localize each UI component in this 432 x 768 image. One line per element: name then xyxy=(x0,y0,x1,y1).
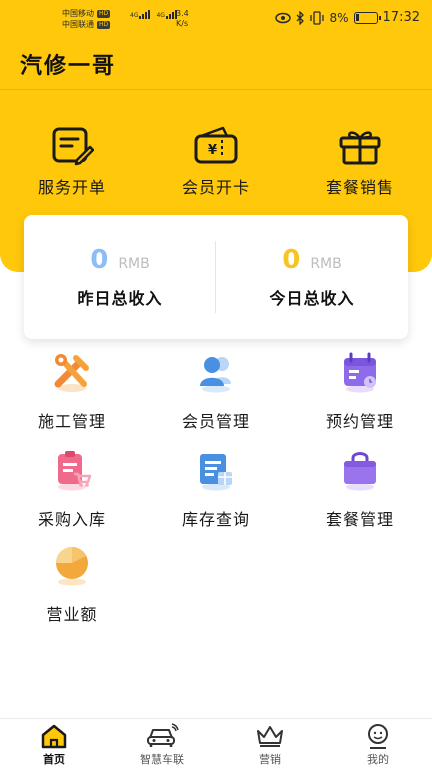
grid-label: 套餐管理 xyxy=(325,510,394,529)
home-icon xyxy=(41,724,67,749)
nav-label: 首页 xyxy=(43,753,65,766)
hd-badge: HD xyxy=(97,9,111,18)
status-bar: 中国移动 HD 中国联通 HD 4G 4G 3.4 K/s 8% 17:32 xyxy=(0,0,432,36)
income-card: 0 RMB 昨日总收入 0 RMB 今日总收入 xyxy=(24,215,408,339)
grid-appointment-management[interactable]: 预约管理 xyxy=(288,350,432,432)
grid-label: 采购入库 xyxy=(37,510,106,529)
app-header: 汽修一哥 xyxy=(0,36,432,90)
wallet-icon: ¥ xyxy=(194,126,238,164)
nav-marketing[interactable]: 营销 xyxy=(216,723,324,767)
nav-label: 我的 xyxy=(367,753,389,766)
network-type-2: 4G xyxy=(156,12,165,19)
today-income-value: 0 xyxy=(282,245,301,275)
carrier-2: 中国联通 xyxy=(62,20,94,29)
car-icon xyxy=(147,723,179,747)
today-income-unit: RMB xyxy=(310,256,342,272)
clock: 17:32 xyxy=(382,10,420,25)
yesterday-income-unit: RMB xyxy=(118,256,150,272)
app-title: 汽修一哥 xyxy=(20,54,117,79)
grid-member-management[interactable]: 会员管理 xyxy=(144,350,288,432)
bluetooth-icon xyxy=(297,10,305,25)
today-income-label: 今日总收入 xyxy=(269,289,355,308)
nav-home[interactable]: 首页 xyxy=(0,723,108,767)
inventory-icon xyxy=(200,454,232,491)
pie-chart-icon xyxy=(56,547,88,586)
quick-action-service-order[interactable]: 服务开单 xyxy=(0,126,144,198)
grid-purchase-inbound[interactable]: 采购入库 xyxy=(0,448,144,530)
quick-action-member-card[interactable]: ¥ 会员开卡 xyxy=(144,126,288,198)
grid-label: 会员管理 xyxy=(181,412,250,431)
grid-label: 库存查询 xyxy=(181,510,250,529)
battery-icon xyxy=(353,11,381,24)
nav-label: 营销 xyxy=(259,753,281,766)
svg-text:¥: ¥ xyxy=(208,143,217,158)
quick-action-label: 会员开卡 xyxy=(181,178,250,197)
purchase-cart-icon xyxy=(58,451,92,491)
network-speed: 3.4 K/s xyxy=(176,9,189,28)
hd-badge: HD xyxy=(97,20,111,29)
today-income[interactable]: 0 RMB 今日总收入 xyxy=(216,215,408,339)
nav-smart-car[interactable]: 智慧车联 xyxy=(108,723,216,767)
grid-turnover[interactable]: 营业额 xyxy=(0,543,144,625)
members-icon xyxy=(200,357,231,393)
tools-icon xyxy=(54,354,89,392)
vibrate-icon xyxy=(310,10,325,25)
nav-profile[interactable]: 我的 xyxy=(324,723,432,767)
nav-label: 智慧车联 xyxy=(140,753,184,766)
quick-action-label: 套餐销售 xyxy=(325,178,394,197)
yesterday-income-value: 0 xyxy=(90,245,109,275)
eye-icon xyxy=(275,12,292,23)
grid-label: 营业额 xyxy=(46,605,98,624)
package-bag-icon xyxy=(344,452,376,491)
battery-percent: 8% xyxy=(329,10,349,25)
yesterday-income[interactable]: 0 RMB 昨日总收入 xyxy=(24,215,216,339)
calendar-icon xyxy=(344,352,376,393)
quick-action-label: 服务开单 xyxy=(37,178,106,197)
grid-construction-management[interactable]: 施工管理 xyxy=(0,350,144,432)
grid-package-management[interactable]: 套餐管理 xyxy=(288,448,432,530)
edit-order-icon xyxy=(52,127,94,166)
yesterday-income-label: 昨日总收入 xyxy=(77,289,163,308)
carrier-info: 中国移动 HD 中国联通 HD xyxy=(62,8,111,30)
signal-icon: 4G 4G xyxy=(130,10,177,19)
quick-action-package-sale[interactable]: 套餐销售 xyxy=(288,126,432,198)
network-type-1: 4G xyxy=(130,12,139,19)
carrier-1: 中国移动 xyxy=(62,9,94,18)
gift-icon xyxy=(339,131,381,165)
grid-inventory-query[interactable]: 库存查询 xyxy=(144,448,288,530)
bottom-navigation: 首页 智慧车联 营销 我的 xyxy=(0,718,432,768)
grid-label: 施工管理 xyxy=(37,412,106,431)
grid-label: 预约管理 xyxy=(325,412,394,431)
profile-icon xyxy=(368,724,388,749)
crown-icon xyxy=(257,726,283,747)
